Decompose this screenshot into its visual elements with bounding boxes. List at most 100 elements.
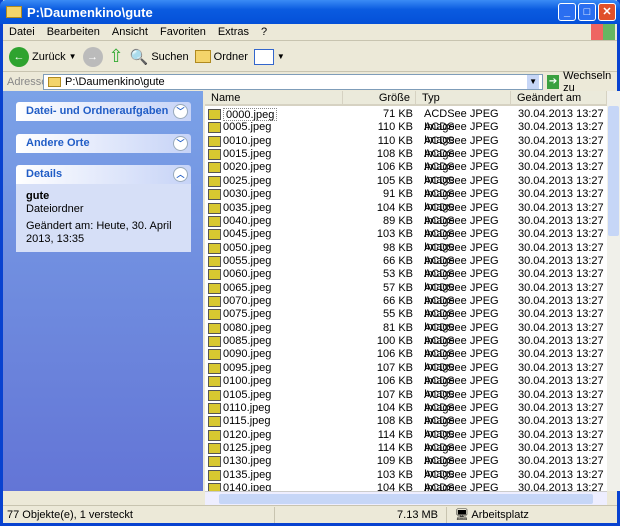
file-row[interactable]: 0045.jpeg 103 KB ACDSee JPEG Image 30.04.20…	[205, 228, 605, 253]
views-button[interactable]: ▼	[253, 48, 285, 65]
column-headers: Name Größe Typ Geändert am	[205, 91, 607, 106]
file-modified: 30.04.2013 13:27	[518, 161, 604, 174]
file-row[interactable]: 0140.jpeg 104 KB ACDSee JPEG Image 30.04.20…	[205, 482, 605, 491]
file-row[interactable]: 0085.jpeg 100 KB ACDSee JPEG Image 30.04.20…	[205, 335, 605, 361]
column-size[interactable]: Größe	[343, 91, 416, 104]
file-name: 0000.jpeg	[223, 108, 278, 122]
file-row[interactable]: 0015.jpeg 108 KB ACDSee JPEG Image 30.04.20…	[205, 148, 605, 174]
jpeg-file-icon	[208, 242, 221, 254]
file-size: 106 KB	[376, 161, 413, 174]
vertical-scrollbar[interactable]	[607, 91, 620, 491]
file-row[interactable]: 0025.jpeg 105 KB ACDSee JPEG Image 30.04.20…	[205, 174, 605, 200]
folders-button[interactable]: Ordner	[194, 50, 248, 63]
file-modified: 30.04.2013 13:27	[518, 335, 604, 348]
file-size: 104 KB	[376, 201, 413, 214]
file-row[interactable]: 0135.jpeg 103 KB ACDSee JPEG Image 30.04.20…	[205, 469, 605, 491]
scroll-thumb[interactable]	[219, 494, 593, 504]
forward-button[interactable]: →	[82, 46, 103, 67]
file-row[interactable]: 0090.jpeg 106 KB ACDSee JPEG Image 30.04.20…	[205, 348, 605, 373]
menu-extras[interactable]: Extras	[212, 26, 255, 38]
file-type: ACDSee JPEG Image	[424, 174, 499, 200]
file-row[interactable]: 0055.jpeg 66 KB ACDSee JPEG Image 30.04.201…	[205, 254, 605, 280]
file-row[interactable]: 0035.jpeg 104 KB ACDSee JPEG Image 30.04.20…	[205, 201, 605, 227]
jpeg-file-icon	[208, 215, 221, 227]
title-bar[interactable]: P:\Daumenkino\gute _ □ ✕	[0, 0, 620, 24]
scroll-thumb[interactable]	[608, 106, 619, 236]
chevron-down-icon[interactable]: ﹀	[173, 104, 188, 119]
file-modified: 30.04.2013 13:27	[518, 455, 604, 468]
file-name: 0070.jpeg	[223, 295, 272, 308]
address-dropdown[interactable]: ▼	[527, 75, 540, 89]
file-row[interactable]: 0010.jpeg 110 KB ACDSee JPEG Image 30.04.20…	[205, 134, 605, 160]
toolbar: ← Zurück ▼ → ⇧ 🔍 Suchen Ordner ▼	[3, 42, 617, 72]
maximize-button[interactable]: □	[578, 3, 596, 21]
explorer-window: P:\Daumenkino\gute _ □ ✕ Datei Bearbeiten An…	[0, 0, 620, 526]
file-row[interactable]: 0020.jpeg 106 KB ACDSee JPEG Image 30.04.20…	[205, 161, 605, 186]
file-type: ACDSee JPEG Image	[424, 428, 499, 454]
minimize-button[interactable]: _	[558, 3, 576, 21]
file-type: ACDSee JPEG Image	[424, 254, 499, 280]
file-modified: 30.04.2013 13:27	[518, 134, 604, 147]
menu-datei[interactable]: Datei	[3, 26, 41, 38]
file-row[interactable]: 0065.jpeg 57 KB ACDSee JPEG Image 30.04.201…	[205, 281, 605, 307]
file-size: 66 KB	[383, 254, 413, 267]
file-row[interactable]: 0125.jpeg 114 KB ACDSee JPEG Image 30.04.20…	[205, 442, 605, 467]
back-label: Zurück	[32, 50, 66, 63]
close-button[interactable]: ✕	[598, 3, 616, 21]
panel-tasks-title: Datei- und Ordneraufgaben	[26, 105, 169, 117]
back-button[interactable]: ← Zurück ▼	[9, 46, 77, 67]
file-size: 104 KB	[376, 401, 413, 414]
file-name: 0065.jpeg	[223, 281, 272, 294]
address-bar: Adresse P:\Daumenkino\gute ▼ ➔ Wechseln z…	[3, 70, 617, 94]
file-type: ACDSee JPEG Image	[424, 108, 499, 133]
file-row[interactable]: 0080.jpeg 81 KB ACDSee JPEG Image 30.04.201…	[205, 322, 605, 347]
jpeg-file-icon	[208, 469, 221, 481]
file-row[interactable]: 0095.jpeg 107 KB ACDSee JPEG Image 30.04.20…	[205, 362, 605, 387]
file-row[interactable]: 0060.jpeg 53 KB ACDSee JPEG Image 30.04.201…	[205, 268, 605, 293]
file-type: ACDSee JPEG Image	[424, 335, 499, 361]
file-row[interactable]: 0030.jpeg 91 KB ACDSee JPEG Image 30.04.201…	[205, 188, 605, 213]
file-row[interactable]: 0040.jpeg 89 KB ACDSee JPEG Image 30.04.201…	[205, 214, 605, 240]
file-row[interactable]: 0000.jpeg 71 KB ACDSee JPEG Image 30.04.201…	[205, 108, 605, 133]
menu-ansicht[interactable]: Ansicht	[106, 26, 154, 38]
file-row[interactable]: 0130.jpeg 109 KB ACDSee JPEG Image 30.04.20…	[205, 455, 605, 480]
menu-bearbeiten[interactable]: Bearbeiten	[41, 26, 106, 38]
file-type: ACDSee JPEG Image	[424, 148, 499, 174]
column-name[interactable]: Name	[205, 91, 343, 104]
jpeg-file-icon	[208, 443, 221, 454]
menu-favoriten[interactable]: Favoriten	[154, 26, 212, 38]
panel-places[interactable]: Andere Orte ﹀	[16, 134, 191, 153]
file-row[interactable]: 0100.jpeg 106 KB ACDSee JPEG Image 30.04.20…	[205, 375, 605, 400]
horizontal-scrollbar[interactable]	[205, 491, 607, 505]
address-input[interactable]: P:\Daumenkino\gute	[43, 74, 543, 90]
file-modified: 30.04.2013 13:27	[518, 214, 604, 227]
dropdown-arrow-icon[interactable]: ▼	[69, 52, 77, 61]
file-type: ACDSee JPEG Image	[424, 482, 499, 491]
menu-help[interactable]: ?	[255, 26, 273, 38]
file-name: 0110.jpeg	[223, 401, 271, 414]
file-row[interactable]: 0005.jpeg 110 KB ACDSee JPEG Image 30.04.20…	[205, 121, 605, 146]
back-arrow-icon: ←	[9, 46, 29, 67]
chevron-up-icon[interactable]: ︿	[173, 167, 188, 182]
file-row[interactable]: 0075.jpeg 55 KB ACDSee JPEG Image 30.04.201…	[205, 308, 605, 333]
jpeg-file-icon	[208, 362, 221, 374]
panel-tasks[interactable]: Datei- und Ordneraufgaben ﹀	[16, 102, 191, 121]
file-name: 0025.jpeg	[223, 174, 272, 187]
search-button[interactable]: 🔍 Suchen	[130, 48, 189, 66]
file-row[interactable]: 0070.jpeg 66 KB ACDSee JPEG Image 30.04.201…	[205, 295, 605, 320]
column-modified[interactable]: Geändert am	[511, 91, 607, 104]
panel-places-title: Andere Orte	[26, 137, 90, 149]
file-row[interactable]: 0050.jpeg 98 KB ACDSee JPEG Image 30.04.201…	[205, 242, 605, 267]
file-row[interactable]: 0120.jpeg 114 KB ACDSee JPEG Image 30.04.20…	[205, 428, 605, 454]
file-modified: 30.04.2013 13:27	[518, 375, 604, 388]
column-type[interactable]: Typ	[416, 91, 511, 104]
file-row[interactable]: 0115.jpeg 108 KB ACDSee JPEG Image 30.04.20…	[205, 415, 605, 440]
file-row[interactable]: 0105.jpeg 107 KB ACDSee JPEG Image 30.04.20…	[205, 389, 605, 414]
jpeg-file-icon	[208, 229, 221, 241]
file-name: 0075.jpeg	[223, 308, 272, 321]
folder-up-button[interactable]: ⇧	[109, 46, 124, 67]
file-row[interactable]: 0110.jpeg 104 KB ACDSee JPEG Image 30.04.20…	[205, 401, 605, 427]
file-size: 114 KB	[377, 428, 413, 441]
file-size: 53 KB	[383, 268, 413, 281]
chevron-down-icon[interactable]: ﹀	[173, 136, 188, 151]
